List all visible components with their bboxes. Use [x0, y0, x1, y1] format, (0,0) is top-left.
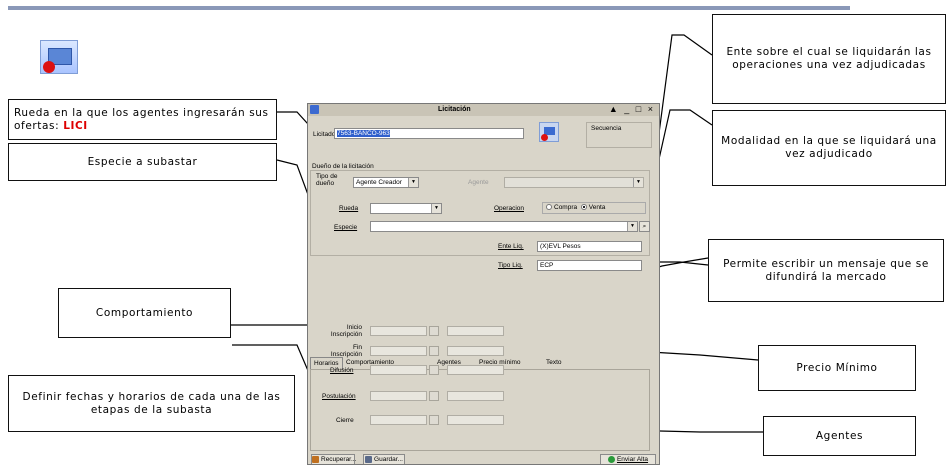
ente-liq-label: Ente Liq. [498, 243, 524, 250]
licitacion-dialog: Licitación ▲ _ □ × Licitador 7563-BANCO-… [307, 103, 660, 465]
secuencia-group: Secuencia [586, 122, 652, 148]
chevron-down-icon: ▼ [431, 204, 441, 213]
callout-ente: Ente sobre el cual se liquidarán las ope… [712, 14, 946, 104]
dialog-titlebar: Licitación ▲ _ □ × [308, 104, 659, 116]
callout-fechas: Definir fechas y horarios de cada una de… [8, 375, 295, 432]
secuencia-label: Secuencia [591, 125, 622, 132]
window-controls[interactable]: ▲ _ □ × [609, 104, 655, 114]
schedule-row-label: Cierre [336, 417, 354, 424]
guardar-button[interactable]: Guardar... [363, 454, 405, 464]
compra-label: Compra [554, 204, 578, 211]
enviar-alta-label: Enviar Alta [616, 456, 649, 463]
licitador-field[interactable]: 7563-BANCO-963 [334, 128, 524, 139]
licitador-value: 7563-BANCO-963 [337, 130, 390, 137]
dueno-group-label: Dueño de la licitación [312, 163, 374, 170]
callout-precio-minimo: Precio Mínimo [758, 345, 916, 391]
callout-rueda: Rueda en la que los agentes ingresarán s… [8, 99, 277, 140]
schedule-row-label: Postulación [322, 393, 356, 400]
fin-inscripcion-date[interactable] [370, 346, 427, 356]
rueda-label: Rueda [339, 205, 359, 212]
calendar-icon[interactable] [429, 326, 439, 336]
difusion-time[interactable] [447, 365, 504, 375]
postulacion-time[interactable] [447, 391, 504, 401]
chevron-down-icon: ▼ [408, 178, 418, 187]
operacion-label: Operacion [494, 205, 524, 212]
especie-label: Especie [334, 224, 358, 231]
agente-select[interactable]: ▼ [504, 177, 644, 188]
callout-agentes: Agentes [763, 416, 916, 456]
calendar-icon[interactable] [429, 365, 439, 375]
fin-inscripcion-time[interactable] [447, 346, 504, 356]
horarios-panel [310, 369, 650, 451]
callout-modalidad: Modalidad en la que se liquidará una vez… [712, 110, 946, 186]
ente-liq-value: (X)EVL Pesos [540, 243, 581, 250]
recuperar-label: Recuperar... [321, 456, 357, 463]
especie-search-button[interactable]: ⌕ [639, 221, 650, 232]
venta-radio[interactable]: Venta [580, 204, 606, 211]
callout-mensaje: Permite escribir un mensaje que se difun… [708, 239, 944, 302]
callout-rueda-text: Rueda en la que los agentes ingresarán s… [14, 106, 269, 132]
difusion-date[interactable] [370, 365, 427, 375]
inicio-inscripcion-date[interactable] [370, 326, 427, 336]
window-icon [310, 105, 319, 114]
save-icon [365, 455, 373, 463]
chevron-down-icon: ▼ [633, 178, 643, 187]
tipo-liq-label: Tipo Liq. [498, 262, 523, 269]
licitador-lookup-icon[interactable] [539, 122, 559, 142]
guardar-label: Guardar... [374, 456, 403, 463]
calendar-icon[interactable] [429, 415, 439, 425]
especie-select[interactable]: ▼ [370, 221, 638, 232]
tipo-dueno-select[interactable]: Agente Creador ▼ [353, 177, 419, 188]
calendar-icon[interactable] [429, 346, 439, 356]
dialog-title: Licitación [438, 106, 471, 113]
chevron-down-icon: ▼ [627, 222, 637, 231]
enviar-alta-button[interactable]: Enviar Alta [600, 454, 656, 464]
venta-label: Venta [588, 204, 606, 211]
schedule-row-label: Inicio Inscripción [330, 324, 362, 338]
cierre-date[interactable] [370, 415, 427, 425]
cierre-time[interactable] [447, 415, 504, 425]
calendar-icon[interactable] [429, 391, 439, 401]
tipo-liq-field[interactable]: ECP [537, 260, 642, 271]
schedule-row-label: Fin Inscripción [330, 344, 362, 358]
folder-icon [312, 455, 319, 463]
postulacion-date[interactable] [370, 391, 427, 401]
tipo-dueno-value: Agente Creador [356, 179, 402, 186]
operacion-radio-group: Compra Venta [542, 202, 646, 214]
send-icon [607, 455, 615, 463]
schedule-row-label: Difusión [330, 367, 354, 374]
ente-liq-field[interactable]: (X)EVL Pesos [537, 241, 642, 252]
tipo-dueno-label: Tipo de dueño [316, 173, 338, 187]
callout-especie: Especie a subastar [8, 143, 277, 181]
compra-radio[interactable]: Compra [546, 204, 577, 211]
tab-texto[interactable]: Texto [543, 357, 565, 369]
callout-comportamiento: Comportamiento [58, 288, 231, 338]
inicio-inscripcion-time[interactable] [447, 326, 504, 336]
agente-label: Agente [468, 179, 489, 186]
tipo-liq-value: ECP [540, 262, 554, 269]
rueda-select[interactable]: ▼ [370, 203, 442, 214]
lici-highlight: LICI [63, 119, 88, 132]
recuperar-button[interactable]: Recuperar... [311, 454, 357, 464]
